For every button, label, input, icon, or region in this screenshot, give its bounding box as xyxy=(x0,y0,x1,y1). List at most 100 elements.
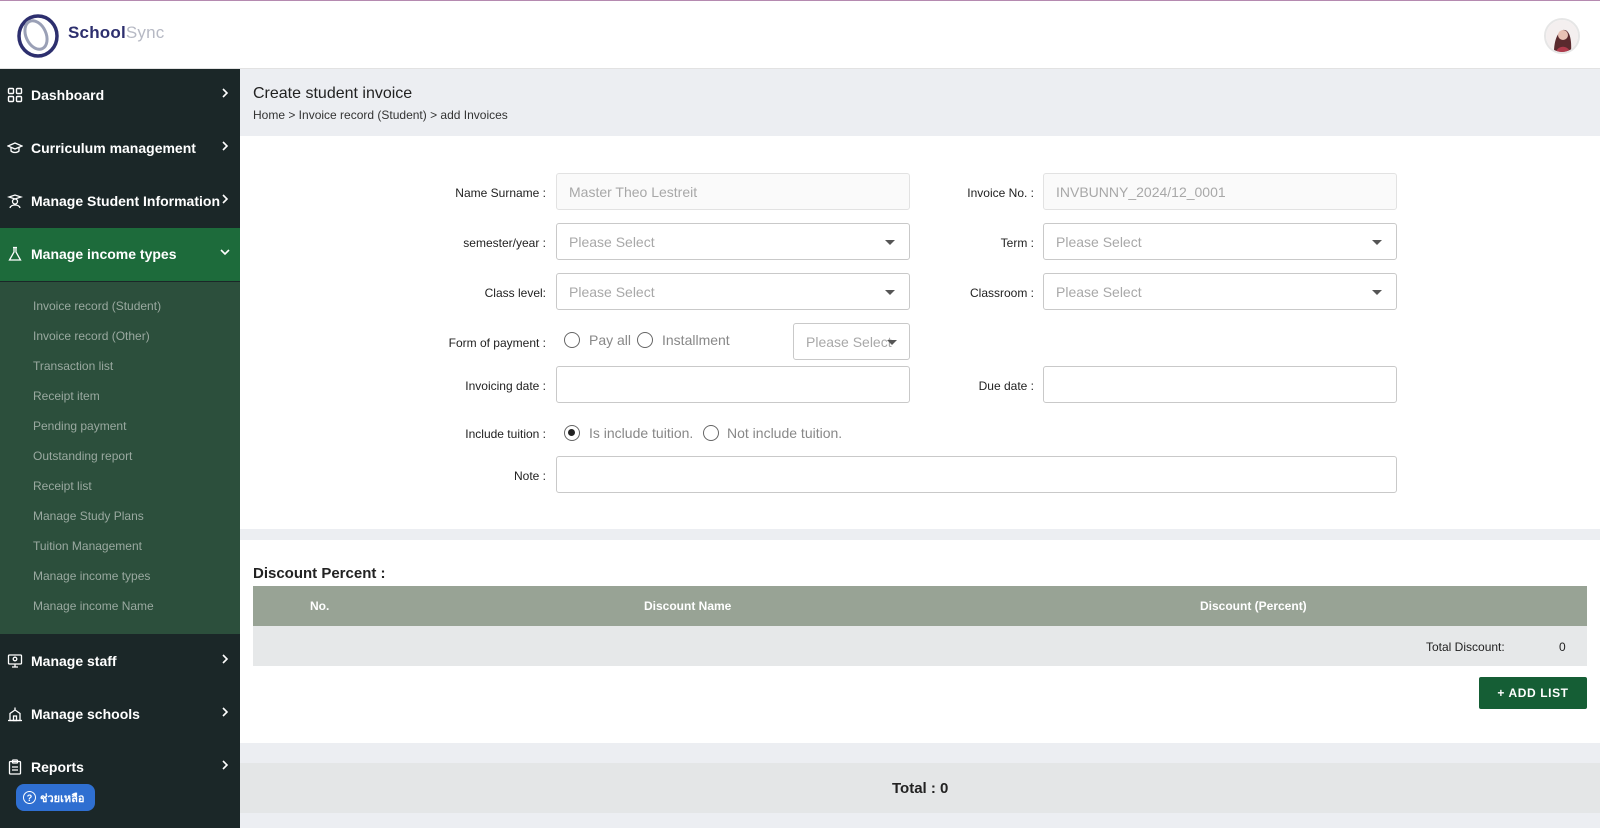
installment-label[interactable]: Installment xyxy=(662,332,730,348)
chevron-right-icon xyxy=(222,141,229,151)
semester-year-label: semester/year : xyxy=(463,236,546,250)
invoice-no-value: INVBUNNY_2024/12_0001 xyxy=(1056,183,1226,200)
invoice-no-field[interactable]: INVBUNNY_2024/12_0001 xyxy=(1043,173,1397,210)
clipboard-icon xyxy=(8,759,22,775)
graduation-cap-icon xyxy=(7,142,23,154)
invoicing-date-input[interactable] xyxy=(556,366,910,403)
chevron-right-icon xyxy=(222,654,229,664)
chevron-right-icon xyxy=(222,194,229,204)
discount-table-header: No. Discount Name Discount (Percent) xyxy=(253,586,1587,626)
not-include-tuition-label[interactable]: Not include tuition. xyxy=(727,425,842,441)
brand-part-sync: Sync xyxy=(125,23,165,42)
grid-icon xyxy=(7,87,23,103)
submenu-item-invoice-other[interactable]: Invoice record (Other) xyxy=(33,329,150,343)
column-header-no: No. xyxy=(310,599,330,613)
income-types-submenu: Invoice record (Student) Invoice record … xyxy=(0,282,240,634)
select-placeholder: Please Select xyxy=(1056,283,1142,300)
total-discount-value: 0 xyxy=(1559,640,1566,654)
sidebar-item-staff[interactable]: Manage staff xyxy=(0,635,240,688)
column-header-discount-name: Discount Name xyxy=(644,599,732,613)
form-of-payment-label: Form of payment : xyxy=(448,336,546,350)
sidebar-item-label: Manage income types xyxy=(31,246,177,262)
flask-icon xyxy=(8,246,22,261)
term-label: Term : xyxy=(1000,236,1034,250)
name-surname-label: Name Surname : xyxy=(455,186,546,200)
due-date-input[interactable] xyxy=(1043,366,1397,403)
submenu-item-invoice-student[interactable]: Invoice record (Student) xyxy=(33,299,161,313)
is-include-tuition-radio[interactable] xyxy=(564,425,580,441)
sidebar-item-student-information[interactable]: Manage Student Information xyxy=(0,175,240,228)
top-header: SchoolSync xyxy=(0,0,1600,69)
submenu-item-study-plans[interactable]: Manage Study Plans xyxy=(33,509,144,523)
installment-radio[interactable] xyxy=(637,332,653,348)
note-input[interactable] xyxy=(556,456,1397,493)
sidebar-item-label: Manage schools xyxy=(31,706,140,722)
sidebar-item-curriculum[interactable]: Curriculum management xyxy=(0,122,240,175)
semester-year-select[interactable]: Please Select xyxy=(556,223,910,260)
caret-down-icon xyxy=(885,240,895,245)
select-placeholder: Please Select xyxy=(569,233,655,250)
submenu-item-income-name[interactable]: Manage income Name xyxy=(33,599,154,613)
not-include-tuition-radio[interactable] xyxy=(703,425,719,441)
caret-down-icon xyxy=(887,340,897,345)
select-placeholder: Please Select xyxy=(1056,233,1142,250)
brand-name: SchoolSync xyxy=(68,23,164,43)
column-header-discount-percent: Discount (Percent) xyxy=(1200,599,1307,613)
due-date-label: Due date : xyxy=(978,379,1034,393)
name-surname-field[interactable]: Master Theo Lestreit xyxy=(556,173,910,210)
sidebar-item-income-types[interactable]: Manage income types xyxy=(0,228,240,281)
total-discount-label: Total Discount: xyxy=(1426,640,1505,654)
submenu-item-income-types[interactable]: Manage income types xyxy=(33,569,150,583)
grand-total: Total : 0 xyxy=(892,780,949,797)
term-select[interactable]: Please Select xyxy=(1043,223,1397,260)
brand-part-school: School xyxy=(68,23,126,42)
sidebar-item-label: Dashboard xyxy=(31,87,105,103)
pay-all-radio[interactable] xyxy=(564,332,580,348)
invoicing-date-label: Invoicing date : xyxy=(465,379,546,393)
avatar-image-icon xyxy=(1546,20,1578,52)
discount-table-footer: Total Discount: 0 xyxy=(253,626,1587,666)
chevron-right-icon xyxy=(222,760,229,770)
sidebar-item-dashboard[interactable]: Dashboard xyxy=(0,69,240,122)
total-bar: Total : 0 xyxy=(240,763,1600,813)
submenu-item-receipt-list[interactable]: Receipt list xyxy=(33,479,92,493)
help-button[interactable]: ? ช่วยเหลือ xyxy=(16,784,95,811)
sidebar-item-label: Manage staff xyxy=(31,653,117,669)
submenu-item-outstanding-report[interactable]: Outstanding report xyxy=(33,449,132,463)
sidebar-item-label: Manage Student Information xyxy=(31,193,220,209)
submenu-item-receipt-item[interactable]: Receipt item xyxy=(33,389,100,403)
discount-percent-title: Discount Percent : xyxy=(253,565,386,582)
name-surname-value: Master Theo Lestreit xyxy=(569,183,698,200)
submenu-item-pending-payment[interactable]: Pending payment xyxy=(33,419,126,433)
select-placeholder: Please Select xyxy=(806,333,892,350)
caret-down-icon xyxy=(1372,290,1382,295)
caret-down-icon xyxy=(1372,240,1382,245)
select-placeholder: Please Select xyxy=(569,283,655,300)
note-label: Note : xyxy=(513,469,546,483)
sidebar-item-label: Curriculum management xyxy=(31,140,196,156)
staff-board-icon xyxy=(7,654,23,668)
chevron-down-icon xyxy=(220,249,230,256)
classroom-label: Classroom : xyxy=(969,286,1034,300)
schoolsync-logo-icon[interactable] xyxy=(16,11,60,59)
user-avatar[interactable] xyxy=(1544,18,1580,54)
chevron-right-icon xyxy=(222,707,229,717)
class-level-select[interactable]: Please Select xyxy=(556,273,910,310)
school-icon xyxy=(8,707,22,722)
invoice-no-label: Invoice No. : xyxy=(967,186,1034,200)
pay-all-label[interactable]: Pay all xyxy=(589,332,631,348)
sidebar-item-label: Reports xyxy=(31,759,84,775)
installment-count-select[interactable]: Please Select xyxy=(793,323,910,360)
class-level-label: Class level: xyxy=(484,286,546,300)
breadcrumb[interactable]: Home > Invoice record (Student) > add In… xyxy=(253,108,508,122)
submenu-item-tuition-management[interactable]: Tuition Management xyxy=(33,539,142,553)
add-list-button[interactable]: + ADD LIST xyxy=(1479,677,1587,709)
student-icon xyxy=(7,194,23,209)
question-icon: ? xyxy=(23,791,36,804)
submenu-item-transaction-list[interactable]: Transaction list xyxy=(33,359,113,373)
sidebar-item-schools[interactable]: Manage schools xyxy=(0,688,240,741)
is-include-tuition-label[interactable]: Is include tuition. xyxy=(589,425,693,441)
classroom-select[interactable]: Please Select xyxy=(1043,273,1397,310)
include-tuition-label: Include tuition : xyxy=(465,427,546,441)
page-title: Create student invoice xyxy=(253,85,413,102)
